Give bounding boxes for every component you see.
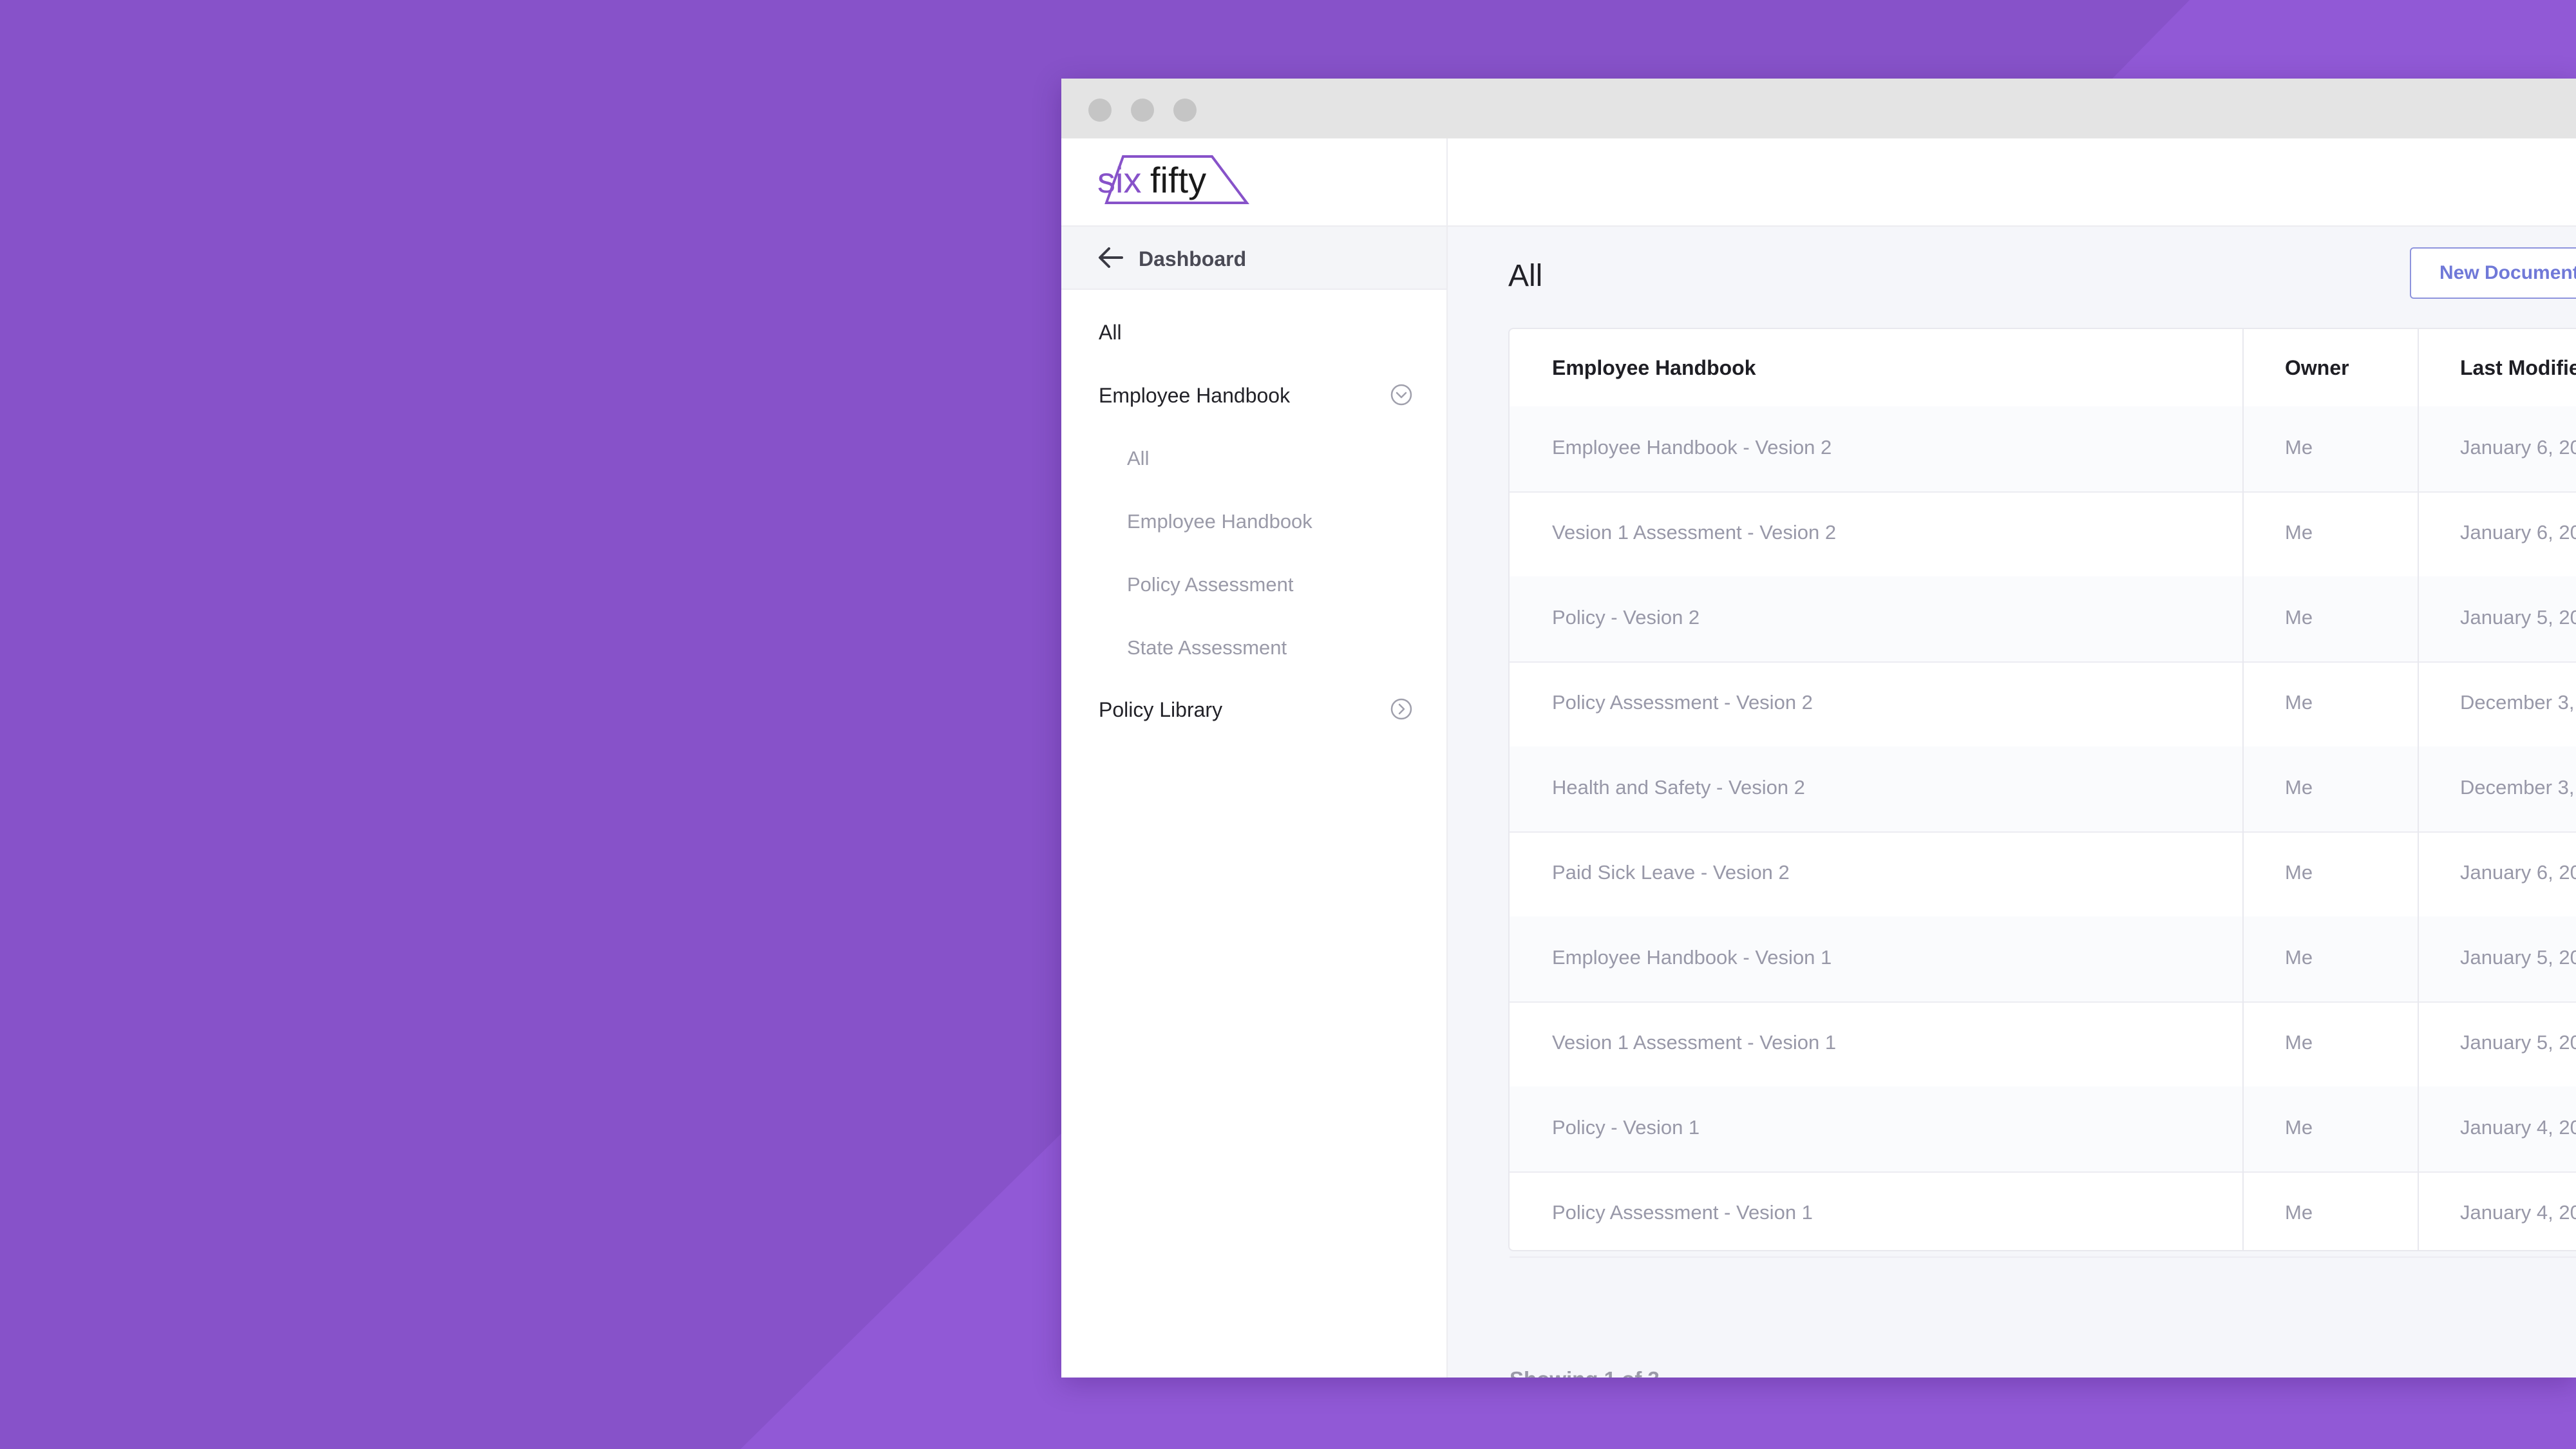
cell-last-modified: January 6, 20 — [2460, 861, 2576, 884]
cell-owner: Me — [2285, 1201, 2313, 1224]
table-row[interactable]: Policy Assessment - Vesion 1 Me January 4,… — [1510, 1171, 2576, 1258]
table-row[interactable]: Vesion 1 Assessment - Vesion 2 Me January … — [1510, 491, 2576, 578]
cell-document-name: Paid Sick Leave - Vesion 2 — [1552, 861, 1790, 884]
cell-owner: Me — [2285, 606, 2313, 629]
cell-last-modified: December 3, — [2460, 776, 2575, 799]
window-close-dot[interactable] — [1088, 99, 1112, 122]
table-row[interactable]: Vesion 1 Assessment - Vesion 1 Me January … — [1510, 1001, 2576, 1088]
column-divider — [2242, 329, 2244, 1251]
cell-owner: Me — [2285, 776, 2313, 799]
table-row[interactable]: Health and Safety - Vesion 2 Me December 3… — [1510, 746, 2576, 833]
cell-document-name: Policy Assessment - Vesion 1 — [1552, 1201, 1813, 1224]
back-to-dashboard[interactable]: Dashboard — [1061, 227, 1446, 290]
cell-last-modified: January 5, 20 — [2460, 1031, 2576, 1054]
main-header-bar — [1448, 138, 2576, 227]
cell-document-name: Employee Handbook - Vesion 2 — [1552, 436, 1832, 459]
dashboard-label: Dashboard — [1139, 247, 1247, 270]
column-header-owner[interactable]: Owner — [2285, 356, 2349, 380]
logo-area: six fifty — [1061, 138, 1446, 227]
cell-last-modified: January 6, 20 — [2460, 436, 2576, 459]
window-minimize-dot[interactable] — [1131, 99, 1154, 122]
cell-document-name: Vesion 1 Assessment - Vesion 1 — [1552, 1031, 1837, 1054]
table-row[interactable]: Employee Handbook - Vesion 2 Me January 6,… — [1510, 406, 2576, 493]
cell-owner: Me — [2285, 691, 2313, 714]
table-row[interactable]: Employee Handbook - Vesion 1 Me January 5,… — [1510, 916, 2576, 1003]
cell-last-modified: December 3, — [2460, 691, 2575, 714]
cell-document-name: Health and Safety - Vesion 2 — [1552, 776, 1805, 799]
cell-last-modified: January 6, 20 — [2460, 521, 2576, 544]
logo-text-six: six — [1097, 160, 1141, 200]
sidebar: six fifty Dashboard All Employee Handboo… — [1061, 138, 1448, 1378]
sidebar-subitem-state-assessment[interactable]: State Assessment — [1127, 636, 1287, 659]
table-row[interactable]: Policy - Vesion 2 Me January 5, 20 — [1510, 576, 2576, 663]
cell-document-name: Employee Handbook - Vesion 1 — [1552, 946, 1832, 969]
cell-owner: Me — [2285, 861, 2313, 884]
column-divider — [2418, 329, 2419, 1251]
table-row[interactable]: Paid Sick Leave - Vesion 2 Me January 6, 2… — [1510, 831, 2576, 918]
logo-text-fifty: fifty — [1150, 160, 1206, 200]
arrow-left-icon — [1099, 247, 1123, 268]
cell-document-name: Policy - Vesion 1 — [1552, 1116, 1700, 1139]
cell-last-modified: January 5, 20 — [2460, 946, 2576, 969]
pagination-status: Showing 1 of 3 — [1510, 1367, 1660, 1378]
cell-document-name: Policy Assessment - Vesion 2 — [1552, 691, 1813, 714]
cell-last-modified: January 5, 20 — [2460, 606, 2576, 629]
documents-table: Employee Handbook Owner Last Modifie Emp… — [1508, 328, 2576, 1258]
window-maximize-dot[interactable] — [1173, 99, 1197, 122]
cell-owner: Me — [2285, 1031, 2313, 1054]
sidebar-item-employee-handbook[interactable]: Employee Handbook — [1099, 384, 1290, 408]
column-header-name[interactable]: Employee Handbook — [1552, 356, 1756, 380]
cell-owner: Me — [2285, 521, 2313, 544]
sidebar-item-all[interactable]: All — [1099, 321, 1122, 345]
cell-owner: Me — [2285, 436, 2313, 459]
window-titlebar — [1061, 79, 2576, 138]
cell-document-name: Vesion 1 Assessment - Vesion 2 — [1552, 521, 1837, 544]
chevron-right-icon[interactable] — [1390, 698, 1412, 720]
main-content: All New Document Employee Handbook Owner… — [1448, 138, 2576, 1378]
new-document-button[interactable]: New Document — [2410, 247, 2576, 299]
sidebar-subitem-employee-handbook[interactable]: Employee Handbook — [1127, 510, 1312, 533]
cell-owner: Me — [2285, 1116, 2313, 1139]
app-window: six fifty Dashboard All Employee Handboo… — [1061, 79, 2576, 1378]
table-row[interactable]: Policy - Vesion 1 Me January 4, 20 — [1510, 1086, 2576, 1173]
sidebar-item-policy-library[interactable]: Policy Library — [1099, 698, 1222, 722]
cell-document-name: Policy - Vesion 2 — [1552, 606, 1700, 629]
page-title: All — [1508, 259, 1543, 293]
cell-last-modified: January 4, 20 — [2460, 1116, 2576, 1139]
column-header-last-modified[interactable]: Last Modifie — [2460, 356, 2576, 380]
chevron-down-icon[interactable] — [1390, 384, 1412, 406]
cell-last-modified: January 4, 20 — [2460, 1201, 2576, 1224]
sidebar-subitem-all[interactable]: All — [1127, 447, 1149, 470]
table-header: Employee Handbook Owner Last Modifie — [1510, 329, 2576, 408]
cell-owner: Me — [2285, 946, 2313, 969]
sixfifty-logo[interactable]: six fifty — [1097, 153, 1252, 211]
table-row[interactable]: Policy Assessment - Vesion 2 Me December 3… — [1510, 661, 2576, 748]
sidebar-subitem-policy-assessment[interactable]: Policy Assessment — [1127, 573, 1293, 596]
